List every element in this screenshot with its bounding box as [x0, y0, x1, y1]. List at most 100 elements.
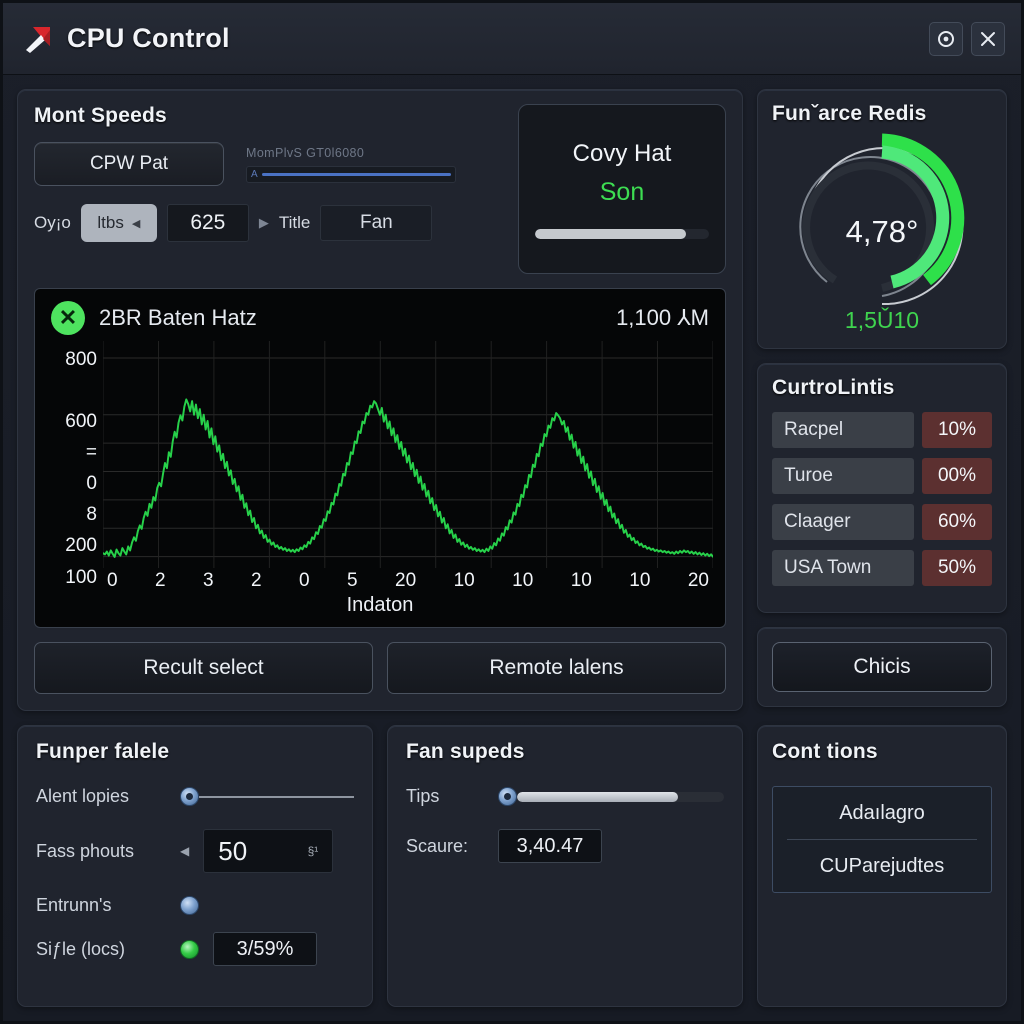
fanspeeds-panel: Fan supeds Tips Scaure: 3,40.47 — [387, 725, 743, 1007]
sible-locs-label: Siƒle (locs) — [36, 938, 126, 959]
gauge-title: Funˇarce Redis — [772, 102, 927, 125]
limit-name[interactable]: USA Town — [772, 550, 914, 586]
speed-value-field[interactable]: 625 — [166, 204, 249, 242]
app-window: CPU Control Mont Speeds CPW Pat MomPlvS … — [0, 0, 1024, 1024]
page-title: CPU Control — [67, 23, 230, 53]
remote-lalens-button[interactable]: Remote lalens — [387, 642, 726, 694]
conttions-option[interactable]: CUParejudtes — [773, 840, 991, 892]
x-tick-label: 2 — [251, 570, 262, 591]
fanspeeds-title: Fan supeds — [406, 740, 525, 763]
scaure-row: Scaure: 3,40.47 — [406, 829, 724, 863]
limit-name[interactable]: Claager — [772, 504, 914, 540]
x-tick-label: 10 — [453, 570, 475, 591]
chevron-right-icon[interactable]: ▶ — [259, 215, 269, 231]
limits-rows: Racpel 10% Turoe 00% Claager 60% USA Town 50% — [772, 412, 992, 586]
fass-phouts-field[interactable]: 50 §¹ — [203, 829, 334, 873]
chicis-button[interactable]: Chicis — [772, 642, 992, 692]
monitor-row-2: Oy¡o ltbs ◀ 625 ▶ Title Fan — [34, 204, 502, 242]
tips-row: Tips — [406, 786, 724, 807]
funper-panel: Funper falele Alent lopies Fass phouts ◀… — [17, 725, 373, 1007]
x-tick-label: 2 — [155, 570, 166, 591]
x-tick-label: 10 — [570, 570, 592, 591]
gauge-widget: 4,78° — [787, 130, 977, 306]
limit-value[interactable]: 10% — [922, 412, 992, 448]
gear-icon[interactable] — [929, 21, 963, 56]
sible-locs-value[interactable]: 3/59% — [213, 932, 317, 966]
limit-row: Claager 60% — [772, 504, 992, 540]
title-label: Title — [278, 213, 311, 232]
conttions-title: Cont tions — [772, 740, 878, 763]
recult-select-button[interactable]: Recult select — [34, 642, 373, 694]
scaure-value[interactable]: 3,40.47 — [498, 829, 602, 863]
status-tile-title: Covy Hat — [572, 139, 672, 167]
x-tick-label: 5 — [347, 570, 358, 591]
funper-title: Funper falele — [36, 740, 170, 763]
tips-slider[interactable] — [498, 787, 724, 807]
title-bar: CPU Control — [3, 3, 1021, 75]
x-tick-label: 10 — [629, 570, 651, 591]
alent-lopies-label: Alent lopies — [36, 786, 130, 806]
slider-knob[interactable] — [180, 787, 199, 806]
monitor-title: Mont Speeds — [34, 104, 167, 127]
status-tile: Covy Hat Son — [518, 104, 726, 274]
action-buttons: Recult select Remote lalens — [34, 642, 726, 694]
progress-fill — [261, 173, 451, 176]
x-tick-label: 10 — [512, 570, 534, 591]
slider-track — [517, 791, 724, 802]
unit-dropdown[interactable]: ltbs ◀ — [80, 204, 157, 242]
bottom-row: Funper falele Alent lopies Fass phouts ◀… — [3, 725, 1021, 1021]
progress-label: MomPlvS GT0l6080 — [246, 146, 365, 160]
conttions-option[interactable]: Adaılagro — [773, 787, 991, 839]
blue-dot-icon[interactable] — [180, 896, 199, 915]
chart-container: ✕ 2BR Baten Hatz 1,100 ⅄M 800 600 = 0 8 200 10… — [34, 288, 726, 628]
chart-value-readout: 1,100 ⅄M — [616, 305, 709, 330]
alent-lopies-row: Alent lopies — [36, 786, 354, 807]
x-tick-label: 0 — [299, 570, 310, 591]
chevron-left-icon[interactable]: ◀ — [180, 844, 189, 858]
close-circle-icon[interactable]: ✕ — [51, 301, 85, 335]
chevron-left-icon: ◀ — [131, 217, 141, 230]
green-check-icon — [180, 939, 199, 959]
limit-value[interactable]: 60% — [922, 504, 992, 540]
chart-header: ✕ 2BR Baten Hatz 1,100 ⅄M — [47, 299, 713, 341]
profile-button[interactable]: CPW Pat — [34, 142, 224, 186]
left-column: Mont Speeds CPW Pat MomPlvS GT0l6080 A O… — [17, 89, 743, 711]
y-tick-label: = — [85, 442, 97, 464]
gauge-panel: Funˇarce Redis 4,78° 1,5Ǔ10 — [757, 89, 1007, 349]
y-tick-label: 200 — [65, 535, 97, 557]
red-arrow-logo — [21, 24, 55, 54]
entrunns-label: Entrunn's — [36, 895, 112, 915]
y-tick-label: 800 — [65, 348, 97, 370]
status-tile-bar — [535, 228, 709, 239]
status-tile-bar-fill — [535, 228, 687, 239]
progress-bar[interactable]: A — [246, 166, 456, 183]
slider-fill — [517, 791, 679, 802]
alent-lopies-slider[interactable] — [180, 787, 354, 807]
y-tick-label: 0 — [86, 473, 97, 495]
close-icon[interactable] — [971, 21, 1005, 56]
slider-knob[interactable] — [498, 787, 517, 806]
x-tick-label: 20 — [395, 570, 417, 591]
chart-plot-area: 800 600 = 0 8 200 100 — [47, 341, 714, 588]
chart-title: 2BR Baten Hatz — [99, 305, 257, 330]
monitor-row-1: CPW Pat MomPlvS GT0l6080 A — [34, 142, 502, 186]
fass-phouts-row: Fass phouts ◀ 50 §¹ — [36, 829, 354, 873]
status-tile-status: Son — [599, 177, 645, 206]
limit-row: Turoe 00% — [772, 458, 992, 494]
slider-track — [199, 795, 354, 798]
chart-x-axis-label: Indaton — [346, 594, 414, 616]
limit-name[interactable]: Racpel — [772, 412, 914, 448]
limit-value[interactable]: 50% — [922, 550, 992, 586]
limit-name[interactable]: Turoe — [772, 458, 914, 494]
fass-phouts-unit: §¹ — [307, 844, 319, 858]
title-value-field[interactable]: Fan — [320, 205, 433, 241]
limit-value[interactable]: 00% — [922, 458, 992, 494]
y-tick-label: 100 — [65, 566, 97, 588]
sible-locs-row: Siƒle (locs) 3/59% — [36, 932, 354, 966]
chicis-panel: Chicis — [757, 627, 1007, 707]
scaure-label: Scaure: — [406, 835, 469, 856]
x-tick-label: 20 — [687, 570, 709, 591]
x-tick-label: 0 — [107, 570, 118, 591]
monitor-controls: Mont Speeds CPW Pat MomPlvS GT0l6080 A O… — [34, 104, 502, 274]
y-tick-label: 8 — [86, 504, 97, 526]
